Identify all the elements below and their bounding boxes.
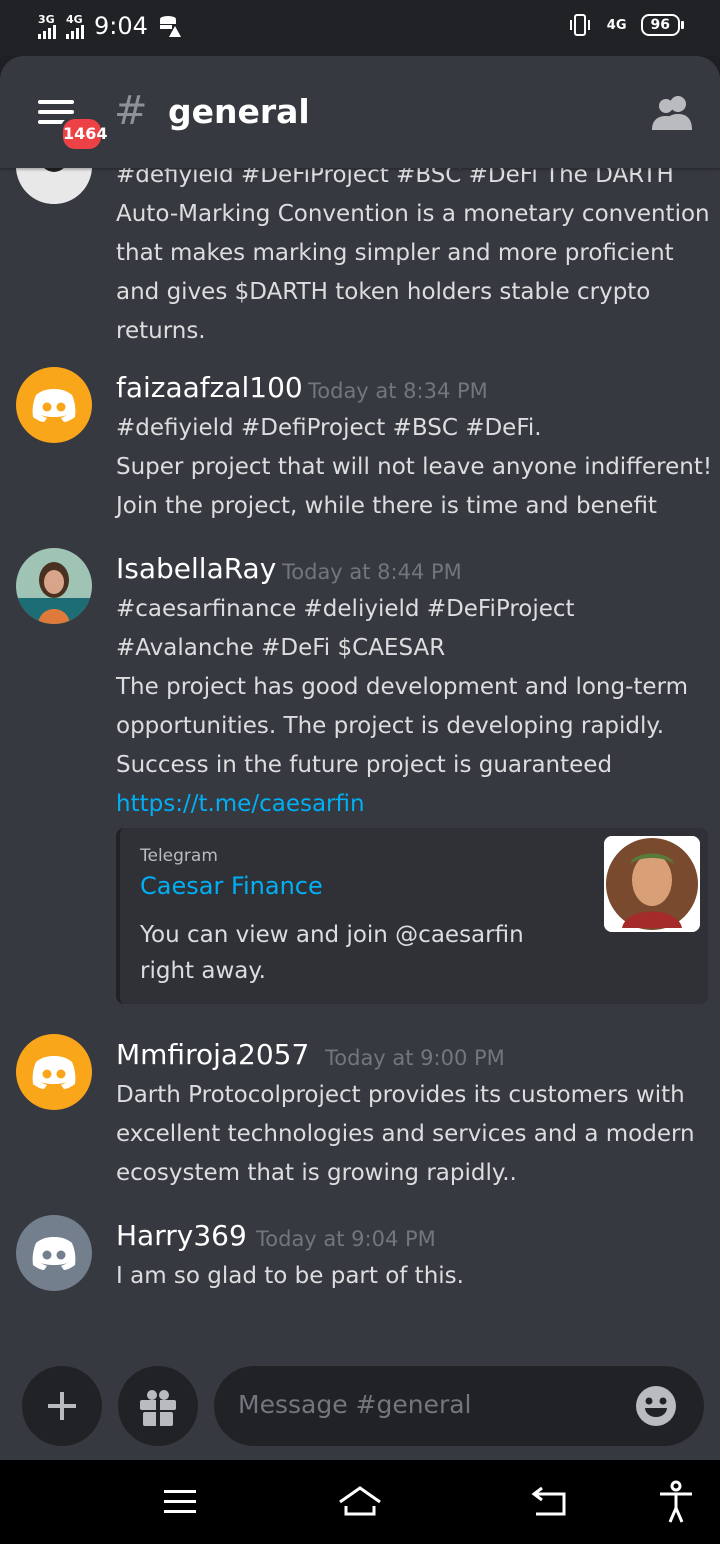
timestamp: Today at 8:44 PM [282, 560, 462, 584]
user-photo [16, 548, 92, 624]
message-line: returns. [116, 318, 206, 344]
system-navigation-bar [0, 1460, 720, 1544]
recent-apps-icon[interactable] [158, 1480, 202, 1524]
avatar[interactable] [16, 1215, 92, 1291]
message-link[interactable]: https://t.me/caesarfin [116, 791, 365, 817]
message-input[interactable]: Message #general [214, 1366, 704, 1446]
message-line: Success in the future project is guarant… [116, 752, 613, 778]
chat-panel: 1464 # general #defiyield #DeFiProject #… [0, 56, 720, 1460]
message-line: Join the project, while there is time an… [116, 493, 657, 519]
message-line: I am so glad to be part of this. [116, 1263, 464, 1289]
discord-logo-icon [32, 1237, 76, 1270]
discord-logo-icon [32, 1056, 76, 1089]
author-name[interactable]: IsabellaRay [116, 552, 276, 585]
message-line: Darth Protocolproject provides its custo… [116, 1082, 685, 1108]
timestamp: Today at 8:34 PM [308, 379, 488, 403]
message-input-placeholder: Message #general [238, 1390, 472, 1419]
home-icon[interactable] [338, 1480, 382, 1524]
channel-header: 1464 # general [0, 56, 720, 168]
signal-4g: 4G [66, 14, 84, 39]
message-line: #defiyield #DefiProject #BSC #DeFi. [116, 415, 542, 441]
plus-icon [48, 1392, 76, 1420]
timestamp: Today at 9:00 PM [325, 1046, 505, 1070]
accessibility-icon[interactable] [654, 1480, 698, 1524]
channel-title[interactable]: general [168, 92, 310, 131]
unread-badge: 1464 [60, 116, 108, 152]
storage-warning-icon [159, 16, 181, 37]
embed-title[interactable]: Caesar Finance [140, 872, 323, 900]
status-bar: 3G 4G 9:04 4G 96 [0, 0, 720, 56]
author-name[interactable]: Harry369 [116, 1219, 247, 1252]
signal-3g: 3G [38, 14, 56, 39]
message-line: excellent technologies and services and … [116, 1121, 695, 1147]
embed-description: You can view and join @caesarfin [140, 922, 524, 948]
message-composer: Message #general [0, 1360, 720, 1460]
gift-button[interactable] [118, 1366, 198, 1446]
message-line: #Avalanche #DeFi $CAESAR [116, 635, 446, 661]
network-4g-indicator: 4G [606, 17, 627, 33]
vibrate-icon [569, 14, 590, 36]
back-icon[interactable] [528, 1480, 572, 1524]
caesar-portrait-image [604, 836, 700, 932]
signal-bars-icon [38, 24, 56, 39]
message-line: #caesarfinance #deliyield #DeFiProject [116, 596, 575, 622]
avatar[interactable] [16, 367, 92, 443]
message-line: Auto-Marking Convention is a monetary co… [116, 201, 710, 227]
message-line: opportunities. The project is developing… [116, 713, 665, 739]
message-line: and gives $DARTH token holders stable cr… [116, 279, 651, 305]
channel-hash-icon: # [114, 88, 148, 134]
add-attachment-button[interactable] [22, 1366, 102, 1446]
message-line: that makes marking simpler and more prof… [116, 240, 674, 266]
battery-icon: 96 [640, 14, 685, 36]
message-line: Super project that will not leave anyone… [116, 454, 713, 480]
avatar[interactable] [16, 1034, 92, 1110]
message-line: The project has good development and lon… [116, 674, 689, 700]
clock: 9:04 [94, 12, 148, 40]
author-name[interactable]: faizaafzal100 [116, 371, 303, 404]
gift-icon [140, 1390, 176, 1426]
embed-thumbnail[interactable] [604, 836, 700, 932]
members-icon[interactable] [650, 92, 694, 132]
message-line: ecosystem that is growing rapidly.. [116, 1160, 517, 1186]
emoji-icon[interactable] [634, 1384, 678, 1428]
embed-provider: Telegram [140, 846, 218, 866]
link-embed: Telegram Caesar Finance You can view and… [116, 828, 708, 1004]
timestamp: Today at 9:04 PM [256, 1227, 436, 1251]
signal-bars-icon [66, 24, 84, 39]
avatar[interactable] [16, 548, 92, 624]
author-name[interactable]: Mmfiroja2057 [116, 1038, 309, 1071]
embed-description: right away. [140, 958, 266, 984]
discord-logo-icon [32, 389, 76, 422]
